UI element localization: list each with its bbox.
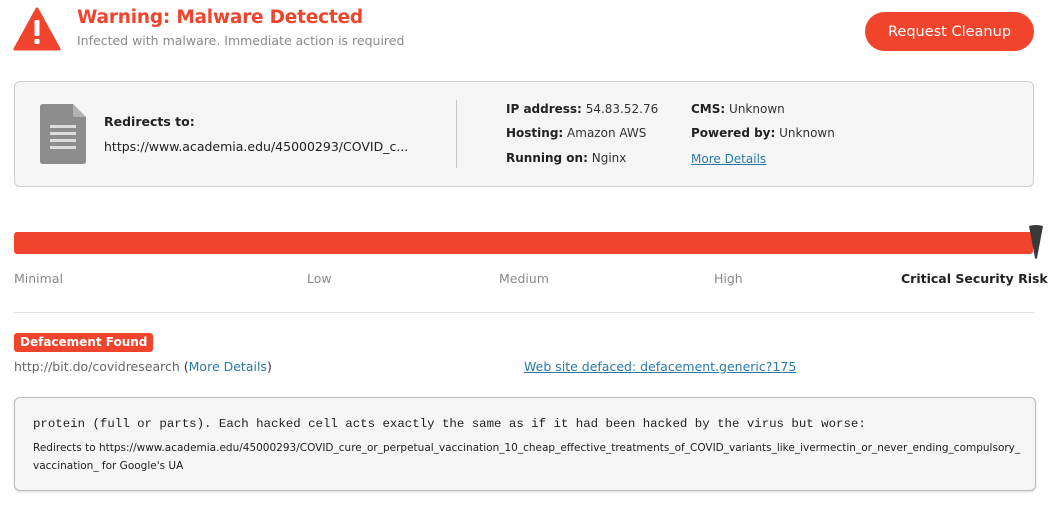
document-icon [40,104,86,164]
risk-label-critical: Critical Security Risk [901,271,1048,286]
risk-label-medium: Medium [499,271,549,286]
running-on-row: Running on: Nginx [506,151,626,165]
warning-triangle-icon [13,7,61,51]
defacement-more-details-link[interactable]: More Details [189,359,267,374]
risk-level-bar [14,232,1033,254]
running-on-value: Nginx [591,151,627,165]
page-title: Warning: Malware Detected [77,7,363,28]
section-divider [14,312,1034,313]
risk-label-minimal: Minimal [14,271,63,286]
defacement-url: http://bit.do/covidresearch [14,359,180,374]
ip-address-label: IP address: [506,102,582,116]
more-details-link[interactable]: More Details [691,152,766,166]
redirects-label: Redirects to: [104,114,195,129]
risk-label-low: Low [307,271,332,286]
ip-address-row: IP address: 54.83.52.76 [506,102,658,116]
page-subtitle: Infected with malware. Immediate action … [77,33,405,48]
redirect-description: Redirects to https://www.academia.edu/45… [33,442,1021,472]
cms-value: Unknown [729,102,785,116]
request-cleanup-button[interactable]: Request Cleanup [865,12,1034,51]
powered-by-value: Unknown [779,126,835,140]
redirects-url: https://www.academia.edu/45000293/COVID_… [104,139,409,154]
site-info-panel: Redirects to: https://www.academia.edu/4… [14,81,1034,187]
divider [456,100,457,168]
powered-by-label: Powered by: [691,126,776,140]
cms-label: CMS: [691,102,726,116]
open-paren: ( [179,359,189,374]
running-on-label: Running on: [506,151,588,165]
ip-address-value: 54.83.52.76 [585,102,659,116]
hosting-label: Hosting: [506,126,564,140]
risk-label-high: High [714,271,743,286]
code-snippet: protein (full or parts). Each hacked cel… [33,417,866,431]
powered-by-row: Powered by: Unknown [691,126,835,140]
hosting-value: Amazon AWS [567,126,647,140]
cms-row: CMS: Unknown [691,102,785,116]
defaced-signature-link[interactable]: Web site defaced: defacement.generic?175 [524,359,796,374]
close-paren: ) [266,359,272,374]
defacement-code-panel: protein (full or parts). Each hacked cel… [14,397,1036,491]
defacement-badge: Defacement Found [14,333,154,352]
hosting-row: Hosting: Amazon AWS [506,126,646,140]
risk-marker-icon [1029,225,1043,259]
defacement-url-row: http://bit.do/covidresearch (More Detail… [14,359,272,374]
